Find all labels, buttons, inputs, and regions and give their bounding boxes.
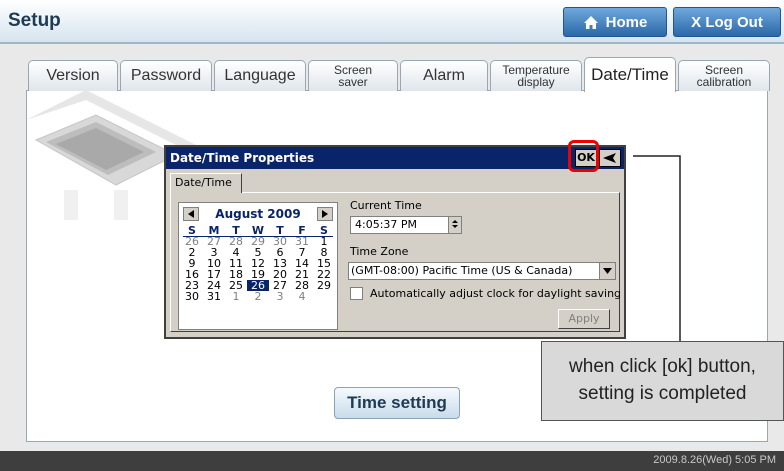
status-datetime: 2009.8.26(Wed) 5:05 PM bbox=[653, 454, 776, 466]
status-bar: 2009.8.26(Wed) 5:05 PM bbox=[0, 451, 784, 471]
callout-box: when click [ok] button, setting is compl… bbox=[541, 341, 784, 421]
callout-line1: when click [ok] button, bbox=[569, 356, 756, 377]
tab-date-time[interactable]: Date/Time bbox=[584, 57, 676, 92]
time-setting-button[interactable]: Time setting bbox=[334, 387, 460, 419]
callout-line2: setting is completed bbox=[578, 383, 747, 404]
